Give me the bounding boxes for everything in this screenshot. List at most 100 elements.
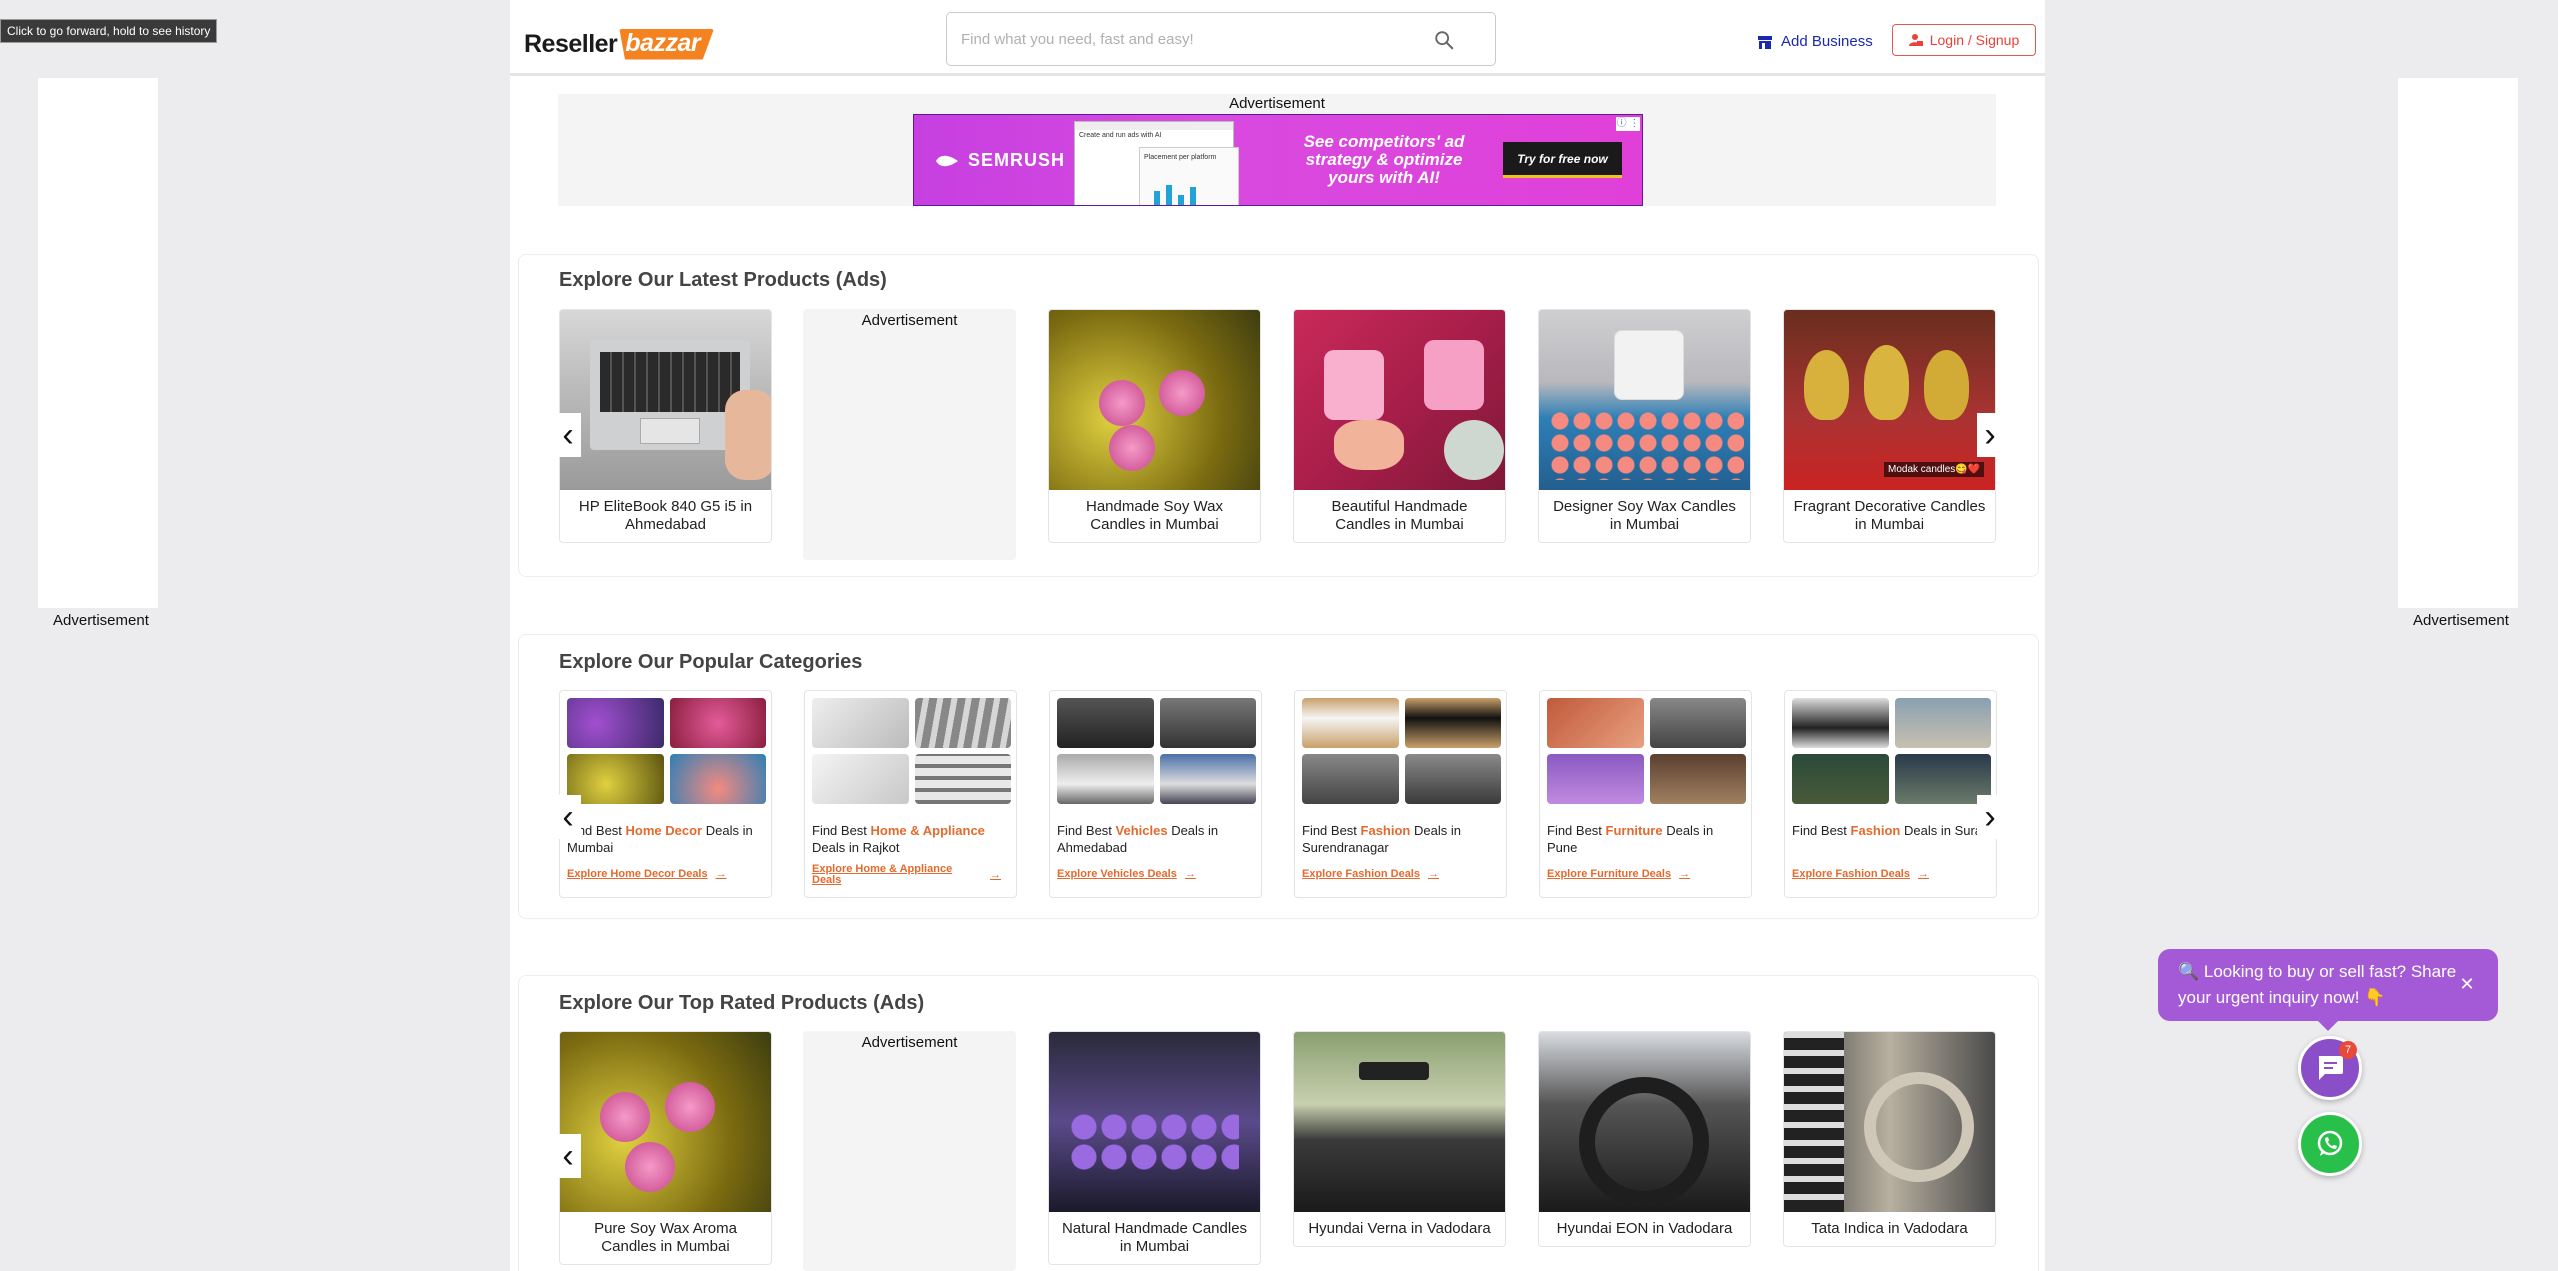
category-card[interactable]: Find Best Home & Appliance Deals in Rajk… [804,690,1017,898]
explore-category-link[interactable]: Explore Furniture Deals → [1547,869,1747,880]
carousel-prev-button[interactable]: ‹ [555,795,581,839]
navigation-tooltip: Click to go forward, hold to see history [0,19,218,43]
product-card[interactable]: Hyundai EON in Vadodara [1538,1031,1751,1247]
explore-link-label: Explore Vehicles Deals [1057,868,1177,880]
explore-category-link[interactable]: Explore Home & Appliance Deals → [812,864,1012,886]
login-signup-button[interactable]: Login / Signup [1892,24,2036,56]
right-side-ad-label: Advertisement [2413,612,2509,629]
arrow-right-icon: → [1427,868,1439,880]
product-card[interactable]: Handmade Soy Wax Candles in Mumbai [1048,309,1261,543]
category-image-grid [812,698,1011,804]
search-icon[interactable] [1433,29,1455,51]
user-lock-icon [1908,34,1923,46]
category-suffix: Deals in Surat [1900,823,1986,838]
explore-link-label: Explore Fashion Deals [1792,868,1910,880]
category-card[interactable]: Find Best Furniture Deals in Pune Explor… [1539,690,1752,898]
product-image-candles [1049,1032,1260,1212]
explore-category-link[interactable]: Explore Home Decor Deals → [567,869,767,880]
category-image-grid [1057,698,1256,804]
page-container: Reseller bazzar Add Business Login / Sig… [510,0,2045,1271]
ad-copy: See competitors' ad strategy & optimize … [1303,132,1465,187]
product-card[interactable]: Pure Soy Wax Aroma Candles in Mumbai [559,1031,772,1265]
ad-screenshot-subtitle: Placement per platform [1144,154,1217,161]
site-logo[interactable]: Reseller bazzar [524,26,715,62]
arrow-right-icon: → [1184,868,1196,880]
chevron-right-icon: › [1984,798,1996,836]
category-card[interactable]: Find Best Fashion Deals in Surendranagar… [1294,690,1507,898]
product-card[interactable]: Designer Soy Wax Candles in Mumbai [1538,309,1751,543]
category-text: Find Best Fashion Deals in Surat [1792,822,1992,839]
product-name: Tata Indica in Vadodara [1811,1220,1968,1237]
product-name: Pure Soy Wax Aroma Candles in Mumbai [594,1220,737,1255]
chat-icon [2318,1056,2343,1080]
ad-choices-icon[interactable]: ⓘ ⋮ [1616,117,1640,131]
product-image-car-interior [1539,1032,1750,1212]
ad-screenshot-title: Create and run ads with AI [1079,132,1162,139]
category-image-grid [1547,698,1746,804]
carousel-prev-button[interactable]: ‹ [555,413,581,457]
category-image-grid [1792,698,1991,804]
explore-link-label: Explore Furniture Deals [1547,868,1672,880]
semrush-flame-icon [936,155,958,166]
chat-prompt-bubble[interactable]: 🔍 Looking to buy or sell fast? Share you… [2158,949,2498,1031]
explore-category-link[interactable]: Explore Fashion Deals → [1792,869,1992,880]
carousel-next-button[interactable]: › [1977,795,2003,839]
category-card[interactable]: Find Best Vehicles Deals in Ahmedabad Ex… [1049,690,1262,898]
top-rated-title: Explore Our Top Rated Products (Ads) [559,992,925,1014]
left-side-ad[interactable] [38,78,158,608]
chevron-left-icon: ‹ [562,798,574,836]
search-input[interactable] [961,26,1431,52]
product-name: Fragrant Decorative Candles in Mumbai [1793,498,1986,533]
carousel-next-button[interactable]: › [1977,413,2003,457]
category-text: Find Best Vehicles Deals in Ahmedabad [1057,822,1257,856]
semrush-brand-text: SEMRUSH [968,150,1066,170]
search-bar [946,12,1496,66]
product-name: Hyundai EON in Vadodara [1556,1220,1733,1237]
whatsapp-button[interactable] [2298,1112,2362,1176]
category-card[interactable]: Find Best Home Decor Deals in Mumbai Exp… [559,690,772,898]
category-image-grid [567,698,766,804]
popular-categories-title: Explore Our Popular Categories [559,651,863,673]
category-name: Fashion [1360,823,1411,838]
carousel-prev-button[interactable]: ‹ [555,1134,581,1178]
top-rated-section: Explore Our Top Rated Products (Ads) Pur… [518,975,2039,1271]
inline-ad-card[interactable]: Advertisement [803,1031,1016,1271]
right-side-ad[interactable] [2398,78,2518,608]
popular-categories-section: Explore Our Popular Categories Find Best… [518,634,2039,919]
category-name: Fashion [1850,823,1901,838]
product-image-car-interior [1294,1032,1505,1212]
add-business-label: Add Business [1781,33,1873,50]
product-card[interactable]: Modak candles😋❤️ Fragrant Decorative Can… [1783,309,1996,543]
product-name: Hyundai Verna in Vadodara [1308,1220,1491,1237]
category-prefix: Find Best [1792,823,1851,838]
product-image-caption: Modak candles😋❤️ [1884,462,1985,477]
product-name: Natural Handmade Candles in Mumbai [1061,1220,1248,1255]
top-ad-label: Advertisement [1229,95,1325,112]
chat-button[interactable]: 7 [2298,1036,2362,1100]
product-card[interactable]: HP EliteBook 840 G5 i5 in Ahmedabad [559,309,772,543]
explore-link-label: Explore Home & Appliance Deals [812,863,953,886]
inline-ad-card[interactable]: Advertisement [803,309,1016,560]
ad-cta-button[interactable]: Try for free now [1503,142,1622,178]
product-card[interactable]: Beautiful Handmade Candles in Mumbai [1293,309,1506,543]
ad-mini-chart [1154,185,1196,205]
logo-text-reseller: Reseller [524,29,618,58]
category-text: Find Best Home & Appliance Deals in Rajk… [812,822,1012,856]
category-card[interactable]: Find Best Fashion Deals in Surat Explore… [1784,690,1997,898]
product-card[interactable]: Hyundai Verna in Vadodara [1293,1031,1506,1247]
arrow-right-icon: → [990,868,1001,881]
category-text: Find Best Furniture Deals in Pune [1547,822,1747,856]
login-signup-label: Login / Signup [1929,32,2020,48]
product-card[interactable]: Natural Handmade Candles in Mumbai [1048,1031,1261,1265]
category-name: Furniture [1605,823,1663,838]
category-prefix: Find Best [1057,823,1116,838]
product-card[interactable]: Tata Indica in Vadodara [1783,1031,1996,1247]
explore-category-link[interactable]: Explore Fashion Deals → [1302,869,1502,880]
add-business-link[interactable]: Add Business [1757,33,1873,50]
semrush-banner-ad[interactable]: SEMRUSH Create and run ads with AI Place… [913,114,1643,206]
close-icon[interactable]: ✕ [2454,971,2480,997]
product-image-candles [1049,310,1260,490]
arrow-right-icon: → [715,868,727,880]
category-image-grid [1302,698,1501,804]
explore-category-link[interactable]: Explore Vehicles Deals → [1057,869,1257,880]
